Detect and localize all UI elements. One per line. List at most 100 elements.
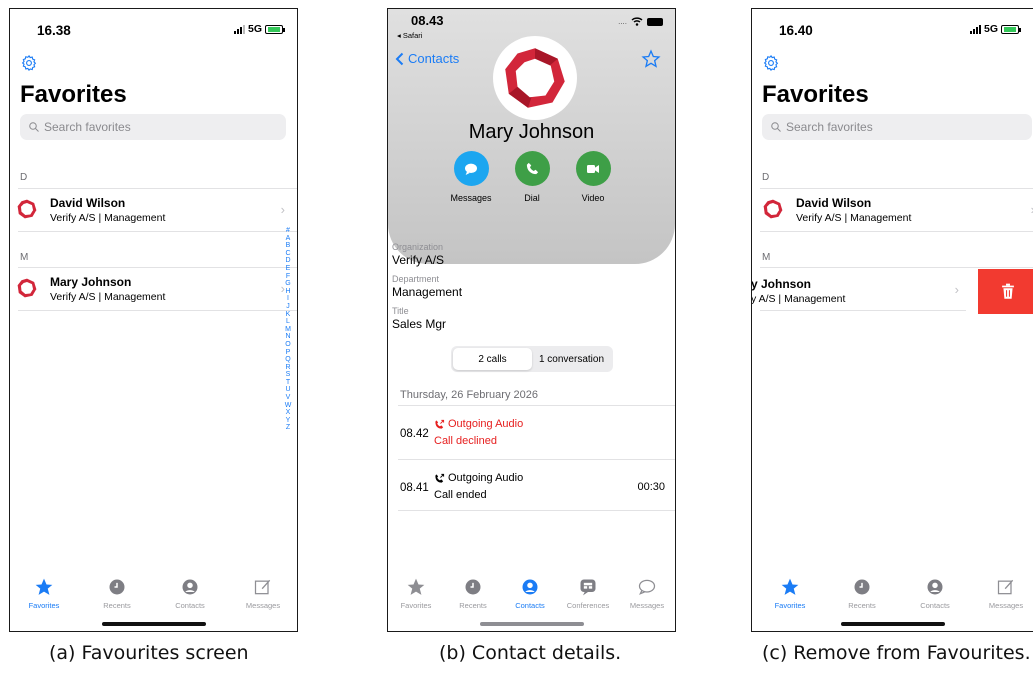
alphabet-index-letter[interactable]: P: [283, 349, 293, 357]
alphabet-index[interactable]: # A B C D E F G H I J K L M N O P Q R S T U V W X Y Z: [283, 227, 293, 432]
tab-favorites[interactable]: Favorites: [388, 577, 444, 610]
conference-icon: [580, 579, 596, 596]
tab-recents[interactable]: Recents: [445, 577, 501, 610]
alphabet-index-letter[interactable]: H: [283, 288, 293, 296]
chat-bubble-icon: [638, 579, 656, 595]
tab-label: Contacts: [515, 601, 545, 610]
tab-messages[interactable]: Messages: [619, 577, 675, 610]
alphabet-index-letter[interactable]: M: [283, 326, 293, 334]
divider: [18, 310, 297, 311]
contact-row-david-wilson[interactable]: David Wilson Verify A/S | Management ›: [10, 190, 297, 228]
alphabet-index-letter[interactable]: I: [283, 295, 293, 303]
call-entry[interactable]: 08.41 Outgoing Audio Call ended 00:30: [388, 461, 675, 513]
tab-recents[interactable]: Recents: [89, 577, 145, 610]
video-button[interactable]: Video: [568, 151, 618, 203]
dial-button[interactable]: Dial: [507, 151, 557, 203]
settings-gear-icon[interactable]: [20, 54, 38, 72]
battery-icon: [1001, 24, 1021, 34]
tab-recents[interactable]: Recents: [834, 577, 890, 610]
field-label: Organization: [392, 242, 444, 252]
tab-favorites[interactable]: Favorites: [16, 577, 72, 610]
tab-label: Favorites: [400, 601, 432, 610]
tab-favorites[interactable]: Favorites: [762, 577, 818, 610]
history-segmented-control[interactable]: 2 calls 1 conversation: [451, 346, 613, 372]
page-title: Favorites: [762, 81, 869, 108]
outgoing-call-icon: [435, 419, 445, 429]
back-button[interactable]: Contacts: [395, 51, 459, 66]
alphabet-index-letter[interactable]: U: [283, 386, 293, 394]
divider: [398, 405, 675, 406]
alphabet-index-letter[interactable]: W: [283, 402, 293, 410]
favorite-star-icon[interactable]: [641, 49, 661, 69]
status-time: 16.40: [779, 23, 813, 38]
alphabet-index-letter[interactable]: J: [283, 303, 293, 311]
network-label: 5G: [247, 23, 262, 35]
alphabet-index-letter[interactable]: N: [283, 333, 293, 341]
tab-messages[interactable]: Messages: [978, 577, 1033, 610]
settings-gear-icon[interactable]: [762, 54, 780, 72]
segment-calls[interactable]: 2 calls: [453, 348, 532, 370]
alphabet-index-letter[interactable]: D: [283, 257, 293, 265]
tab-messages[interactable]: Messages: [235, 577, 291, 610]
alphabet-index-letter[interactable]: G: [283, 280, 293, 288]
tab-label: Conferences: [566, 601, 610, 610]
person-icon: [927, 579, 943, 595]
tab-contacts[interactable]: Contacts: [502, 577, 558, 610]
alphabet-index-letter[interactable]: V: [283, 394, 293, 402]
call-entry[interactable]: 08.42 Outgoing Audio Call declined: [388, 407, 675, 459]
status-time: 16.38: [37, 23, 71, 38]
alphabet-index-letter[interactable]: L: [283, 318, 293, 326]
organization-field: Organization Verify A/S: [392, 242, 444, 267]
caption-contact-details: (b) Contact details.: [439, 642, 622, 664]
search-input[interactable]: Search favorites: [20, 114, 286, 140]
alphabet-index-letter[interactable]: E: [283, 265, 293, 273]
contact-row-mary-johnson[interactable]: Mary Johnson Verify A/S | Management ›: [10, 269, 297, 307]
favorites-swipe-screen: 16.40 5G Favorites Search favorites D Da…: [751, 8, 1033, 632]
alphabet-index-letter[interactable]: R: [283, 364, 293, 372]
field-value: Management: [392, 285, 463, 299]
messages-button[interactable]: Messages: [446, 151, 496, 203]
alphabet-index-letter[interactable]: Y: [283, 417, 293, 425]
action-label: Dial: [524, 193, 540, 203]
contact-name: y Johnson: [751, 277, 812, 291]
search-input[interactable]: Search favorites: [762, 114, 1032, 140]
segment-conversations[interactable]: 1 conversation: [532, 348, 611, 370]
tab-label: Contacts: [920, 601, 950, 610]
tab-bar: Favorites Recents Contacts Messages: [752, 569, 1033, 631]
alphabet-index-letter[interactable]: T: [283, 379, 293, 387]
alphabet-index-letter[interactable]: #: [283, 227, 293, 235]
outgoing-call-icon: [435, 473, 445, 483]
alphabet-index-letter[interactable]: A: [283, 235, 293, 243]
divider: [18, 188, 297, 189]
alphabet-index-letter[interactable]: K: [283, 311, 293, 319]
divider: [760, 188, 1033, 189]
tab-conferences[interactable]: Conferences: [560, 577, 616, 610]
field-label: Title: [392, 306, 409, 316]
tab-label: Recents: [459, 601, 487, 610]
alphabet-index-letter[interactable]: S: [283, 371, 293, 379]
back-to-safari-link[interactable]: ◂ Safari: [397, 31, 422, 40]
alphabet-index-letter[interactable]: B: [283, 242, 293, 250]
contact-row-david-wilson[interactable]: David Wilson Verify A/S | Management ›: [752, 190, 1033, 228]
signal-icon: [233, 24, 245, 34]
divider: [398, 459, 675, 460]
contact-name: Mary Johnson: [50, 275, 132, 289]
alphabet-index-letter[interactable]: C: [283, 250, 293, 258]
tab-contacts[interactable]: Contacts: [162, 577, 218, 610]
battery-icon: [647, 17, 663, 26]
alphabet-index-letter[interactable]: X: [283, 409, 293, 417]
title-field: Title Sales Mgr: [392, 306, 446, 331]
delete-favorite-button[interactable]: [978, 269, 1033, 314]
favorites-screen: 16.38 5G Favorites Search favorites D Da…: [9, 8, 298, 632]
action-label: Messages: [450, 193, 492, 203]
tab-contacts[interactable]: Contacts: [907, 577, 963, 610]
alphabet-index-letter[interactable]: F: [283, 273, 293, 281]
alphabet-index-letter[interactable]: O: [283, 341, 293, 349]
alphabet-index-letter[interactable]: Q: [283, 356, 293, 364]
department-field: Department Management: [392, 274, 462, 299]
contact-row-mary-johnson-swiped[interactable]: y Johnson y A/S | Management ›: [752, 270, 967, 310]
verify-logo-icon: [505, 48, 565, 108]
contact-subtitle: Verify A/S | Management: [796, 212, 912, 224]
alphabet-index-letter[interactable]: Z: [283, 424, 293, 432]
status-indicators: ....: [618, 17, 663, 26]
